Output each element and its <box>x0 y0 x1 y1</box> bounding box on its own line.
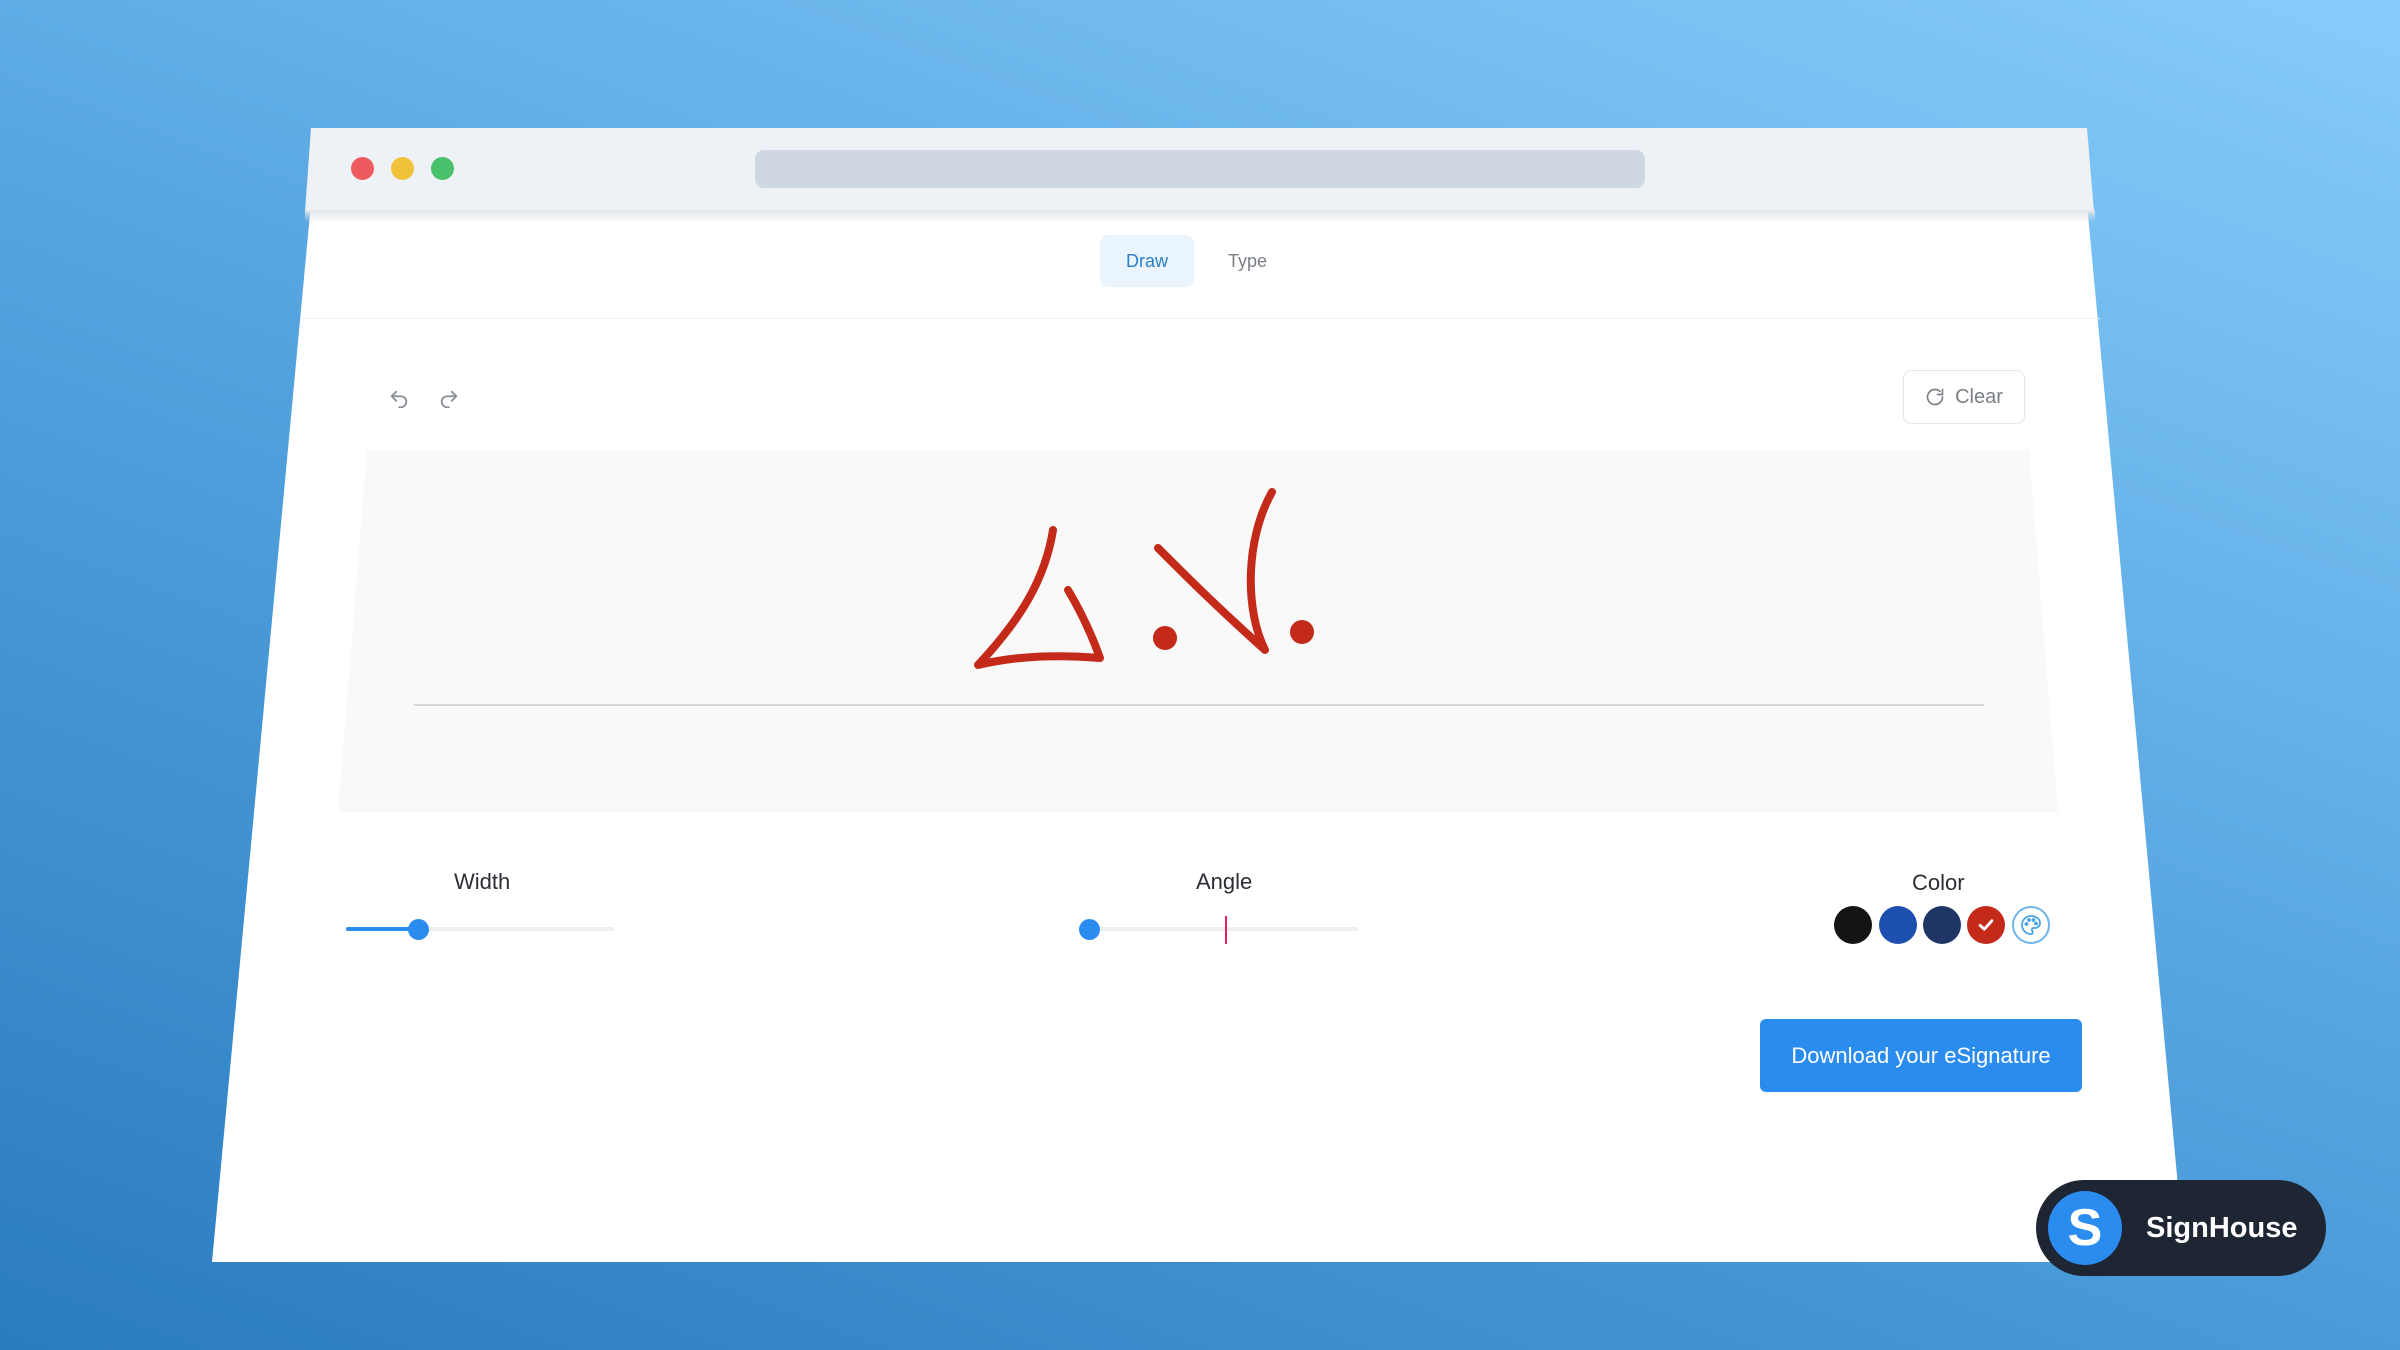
palette-icon <box>2021 915 2041 935</box>
color-swatch-red[interactable] <box>1967 906 2005 944</box>
download-signature-button[interactable]: Download your eSignature <box>1760 1019 2082 1092</box>
mode-tabs: Draw Type <box>1100 235 1293 287</box>
brand-name: SignHouse <box>2146 1211 2298 1244</box>
clear-label: Clear <box>1955 385 2003 408</box>
minimize-window-dot[interactable] <box>391 157 414 180</box>
angle-slider-track[interactable] <box>1080 927 1358 931</box>
scene: Draw Type Clear Width Angle Color Downlo… <box>0 0 2400 1350</box>
tabs-divider <box>300 318 2100 319</box>
undo-button[interactable] <box>384 384 414 414</box>
address-bar[interactable] <box>755 150 1645 188</box>
angle-center-marker <box>1225 916 1227 944</box>
angle-label: Angle <box>1196 869 1253 894</box>
redo-button[interactable] <box>434 384 464 414</box>
angle-slider-thumb[interactable] <box>1079 919 1100 940</box>
custom-color-button[interactable] <box>2012 906 2050 944</box>
maximize-window-dot[interactable] <box>431 157 454 180</box>
brand-badge: S SignHouse <box>2036 1180 2326 1276</box>
refresh-icon <box>1926 388 1944 406</box>
signature-dot-2 <box>1290 620 1314 644</box>
clear-button[interactable]: Clear <box>1903 370 2025 424</box>
color-swatch-black[interactable] <box>1834 906 1872 944</box>
width-label: Width <box>454 869 511 894</box>
redo-icon <box>440 390 458 409</box>
signature-dot-1 <box>1153 626 1177 650</box>
undo-icon <box>390 390 408 409</box>
signature-drawing <box>974 488 1314 669</box>
check-icon <box>1978 919 1994 931</box>
browser-window: Draw Type Clear Width Angle Color Downlo… <box>0 0 2400 1350</box>
color-swatch-navy[interactable] <box>1923 906 1961 944</box>
close-window-dot[interactable] <box>351 157 374 180</box>
signature-stroke-2 <box>1154 488 1276 654</box>
brand-logo: S <box>2048 1191 2122 1265</box>
color-label: Color <box>1912 870 1965 895</box>
signature-baseline <box>414 704 1984 706</box>
color-swatch-blue[interactable] <box>1879 906 1917 944</box>
tab-draw[interactable]: Draw <box>1100 235 1195 287</box>
title-bar-shadow <box>305 210 2095 222</box>
tab-type[interactable]: Type <box>1202 235 1293 287</box>
signature-stroke-1 <box>974 526 1104 669</box>
